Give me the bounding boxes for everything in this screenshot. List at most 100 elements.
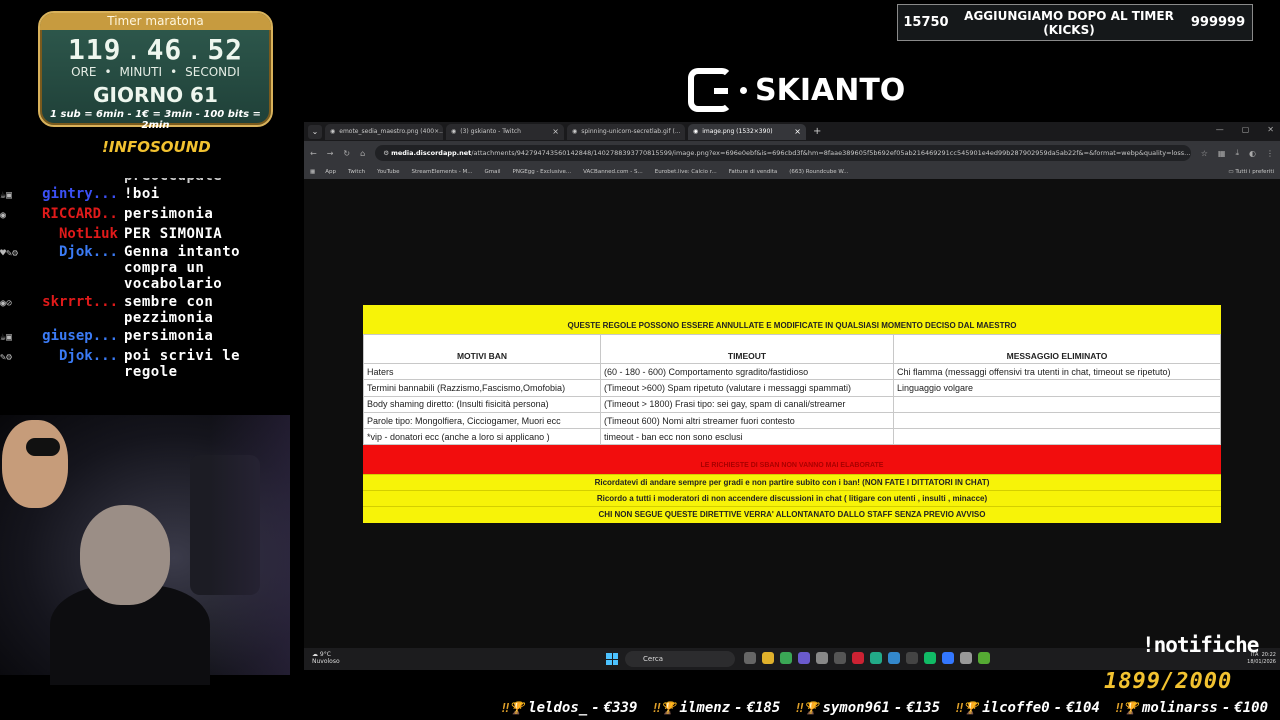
app-icon[interactable] — [834, 652, 846, 664]
rules-note: Ricordo a tutti i moderatori di non acce… — [363, 490, 1221, 506]
tab-close-icon[interactable]: × — [552, 127, 559, 136]
ticker-name: molinarss — [1141, 700, 1218, 716]
browser-tab[interactable]: ◉emote_sedia_maestro.png (400×...× — [325, 123, 443, 140]
profile-icon[interactable]: ◐ — [1249, 149, 1256, 158]
logo-text: SKIANTO — [755, 72, 906, 108]
rules-row: Termini bannabili (Razzismo,Fascismo,Omo… — [363, 379, 1221, 397]
home-icon[interactable]: ⌂ — [360, 149, 365, 158]
app-icon[interactable] — [852, 652, 864, 664]
new-tab-button[interactable]: + — [809, 126, 825, 137]
trophy-icon: ‼🏆 — [653, 701, 676, 715]
timer-day: GIORNO 61 — [93, 83, 218, 107]
weather-widget[interactable]: ☁ 9°C Nuvoloso — [312, 651, 340, 665]
file-explorer-icon[interactable] — [762, 652, 774, 664]
rules-table: MOTIVI BAN TIMEOUT MESSAGGIO ELIMINATO H… — [363, 334, 1221, 446]
timer-units: ORE • MINUTI • SECONDI — [40, 65, 271, 79]
header-timeout: TIMEOUT — [600, 334, 894, 364]
rules-cell — [893, 411, 1221, 430]
app-icon[interactable] — [960, 652, 972, 664]
chat-username[interactable]: Djok... — [42, 348, 118, 380]
chat-row: ☕▣ giusep... persimonia — [0, 328, 300, 346]
chat-row: ◉⊘ skrrrt... sembre con pezzimonia — [0, 294, 300, 326]
bookmark-item[interactable]: StreamElements - M... — [411, 169, 472, 175]
ambient-light — [210, 415, 290, 675]
ticker-separator: - — [734, 700, 743, 716]
windows-start-icon[interactable] — [606, 653, 618, 665]
bookmark-item[interactable]: Fatture di vendita — [729, 169, 778, 175]
download-icon[interactable]: ⤓ — [1235, 148, 1239, 158]
browser-tab[interactable]: ◉ image.png (1532×390) × — [688, 123, 806, 140]
window-controls: — ▢ ✕ — [1216, 125, 1274, 134]
rules-note: Ricordatevi di andare sempre per gradi e… — [363, 474, 1221, 490]
tab-search-icon[interactable]: ⌄ — [308, 124, 322, 139]
chrome-icon[interactable] — [780, 652, 792, 664]
bookmark-item[interactable]: App — [325, 169, 336, 175]
rules-row: Body shaming diretto: (Insulti fisicità … — [363, 395, 1221, 413]
tab-close-icon[interactable]: × — [794, 127, 801, 136]
rules-cell: timeout - ban ecc non sono esclusi — [600, 428, 894, 446]
unit-separator: • — [170, 65, 178, 79]
logo-dot-icon — [740, 86, 747, 94]
app-icon[interactable] — [816, 652, 828, 664]
bookmark-item[interactable]: Gmail — [485, 169, 501, 175]
chat-username[interactable]: giusep... — [42, 328, 118, 346]
url-path: /attachments/942794743560142848/14027883… — [471, 149, 1191, 157]
tab-label: (3) gskianto - Twitch — [460, 128, 521, 135]
discord-icon[interactable] — [798, 652, 810, 664]
rules-cell: *vip - donatori ecc (anche a loro si app… — [363, 428, 601, 446]
apps-icon[interactable]: ▦ — [310, 169, 315, 175]
reload-icon[interactable]: ↻ — [343, 149, 350, 158]
trophy-icon: ‼🏆 — [796, 701, 819, 715]
chat-username[interactable]: Djok... — [42, 244, 118, 292]
timer-rule: 1 sub = 6min - 1€ = 3min - 100 bits = 2m… — [50, 109, 261, 131]
timer-title: Timer maratona — [40, 13, 271, 30]
bookmark-item[interactable]: Eurobet.live: Calcio r... — [655, 169, 717, 175]
steam-icon[interactable] — [924, 652, 936, 664]
forward-icon[interactable]: → — [327, 149, 334, 158]
ticker-item: ‼🏆 ilmenz - €185 — [653, 700, 780, 716]
app-icon[interactable] — [978, 652, 990, 664]
rules-row: Parole tipo: Mongolfiera, Cicciogamer, M… — [363, 411, 1221, 430]
bookmark-item[interactable]: YouTube — [377, 169, 399, 175]
chat-row: ☕▣ gintry... !boi — [0, 186, 300, 204]
all-bookmarks[interactable]: ▭ Tutti i preferiti — [1228, 169, 1274, 175]
app-icon[interactable] — [906, 652, 918, 664]
notifiche-command: !notifiche — [1142, 633, 1259, 657]
bookmark-item[interactable]: PNGEgg - Exclusive... — [513, 169, 572, 175]
ticker-item: ‼🏆 symon961 - €135 — [796, 700, 940, 716]
chat-overlay: preoccupate ☕▣ gintry... !boi ◉ RICCARD... pe… — [0, 178, 300, 408]
bookmark-item[interactable]: Twitch — [348, 169, 365, 175]
kicks-goal-box: 15750 AGGIUNGIAMO DOPO AL TIMER (KICKS) … — [897, 4, 1253, 41]
url-field[interactable]: ⚙ media.discordapp.net/attachments/94279… — [375, 145, 1191, 161]
bookmark-item[interactable]: (663) Roundcube W... — [789, 169, 848, 175]
app-icon[interactable] — [870, 652, 882, 664]
menu-icon[interactable]: ⋮ — [1266, 149, 1274, 158]
close-window-icon[interactable]: ✕ — [1267, 125, 1274, 134]
taskbar-apps — [744, 652, 990, 664]
app-icon[interactable] — [942, 652, 954, 664]
browser-tab[interactable]: ◉spinning-unicorn-secretlab.gif (...× — [567, 123, 685, 140]
bookmark-star-icon[interactable]: ☆ — [1201, 149, 1208, 158]
chat-row: NotLiuk PER SIMONIA — [0, 226, 300, 242]
chat-username[interactable]: NotLiuk — [42, 226, 118, 242]
taskbar-search[interactable]: Cerca — [625, 651, 735, 667]
rules-cell: (60 - 180 - 600) Comportamento sgradito/… — [600, 362, 894, 381]
chat-username[interactable]: skrrrt... — [42, 294, 118, 326]
search-label: Cerca — [643, 655, 664, 663]
chat-username[interactable]: gintry... — [42, 186, 118, 204]
app-icon[interactable] — [888, 652, 900, 664]
ticker-amount: €339 — [603, 700, 638, 716]
extensions-icon[interactable]: ▦ — [1218, 149, 1226, 158]
chat-username[interactable]: RICCARD... — [42, 206, 118, 224]
maximize-icon[interactable]: ▢ — [1242, 125, 1250, 134]
minimize-icon[interactable]: — — [1216, 125, 1224, 134]
task-view-icon[interactable] — [744, 652, 756, 664]
browser-tab[interactable]: ◉ (3) gskianto - Twitch × — [446, 123, 564, 140]
back-icon[interactable]: ← — [310, 149, 317, 158]
site-info-icon[interactable]: ⚙ — [383, 149, 391, 157]
timer-separator: . — [188, 40, 202, 64]
bookmark-item[interactable]: VACBanned.com - S... — [583, 169, 643, 175]
ticker-name: leldos_ — [528, 700, 588, 716]
rules-cell: (Timeout > 1800) Frasi tipo: sei gay, sp… — [600, 395, 894, 413]
cloud-icon: ☁ — [312, 651, 320, 658]
